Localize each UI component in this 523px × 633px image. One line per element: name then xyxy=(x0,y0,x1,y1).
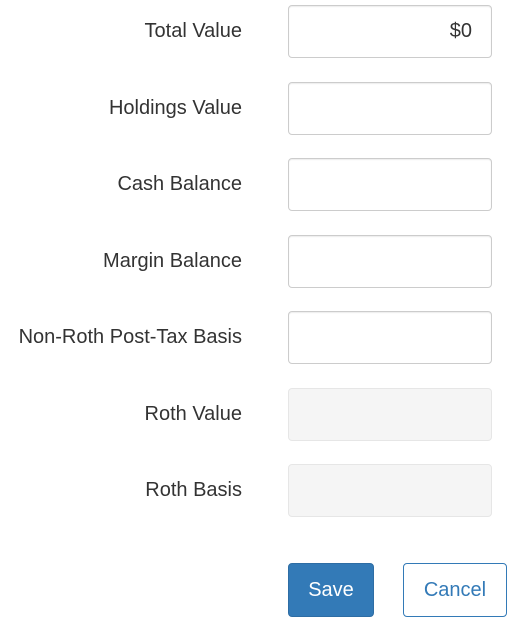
roth-basis-input xyxy=(288,464,492,517)
roth-basis-label: Roth Basis xyxy=(145,479,242,501)
cash-balance-label: Cash Balance xyxy=(117,173,242,195)
margin-balance-input[interactable] xyxy=(288,235,492,288)
holdings-value-label: Holdings Value xyxy=(108,97,242,119)
roth-value-label: Roth Value xyxy=(144,403,242,425)
non-roth-basis-input[interactable] xyxy=(288,311,492,364)
form-row-margin-balance: Margin Balance xyxy=(0,235,523,288)
form-row-roth-value: Roth Value xyxy=(0,388,523,441)
margin-balance-label: Margin Balance xyxy=(103,250,242,272)
form-row-non-roth-basis: Non-Roth Post-Tax Basis xyxy=(0,311,523,364)
form-row-cash-balance: Cash Balance xyxy=(0,158,523,211)
roth-value-input xyxy=(288,388,492,441)
total-value-input[interactable] xyxy=(288,5,492,58)
non-roth-basis-label: Non-Roth Post-Tax Basis xyxy=(18,326,242,348)
cancel-button[interactable]: Cancel xyxy=(403,563,507,617)
holdings-value-input[interactable] xyxy=(288,82,492,135)
form-row-roth-basis: Roth Basis xyxy=(0,464,523,517)
form-row-holdings-value: Holdings Value xyxy=(0,82,523,135)
total-value-label: Total Value xyxy=(144,20,242,42)
save-button[interactable]: Save xyxy=(288,563,374,617)
cash-balance-input[interactable] xyxy=(288,158,492,211)
form-row-total-value: Total Value xyxy=(0,5,523,58)
